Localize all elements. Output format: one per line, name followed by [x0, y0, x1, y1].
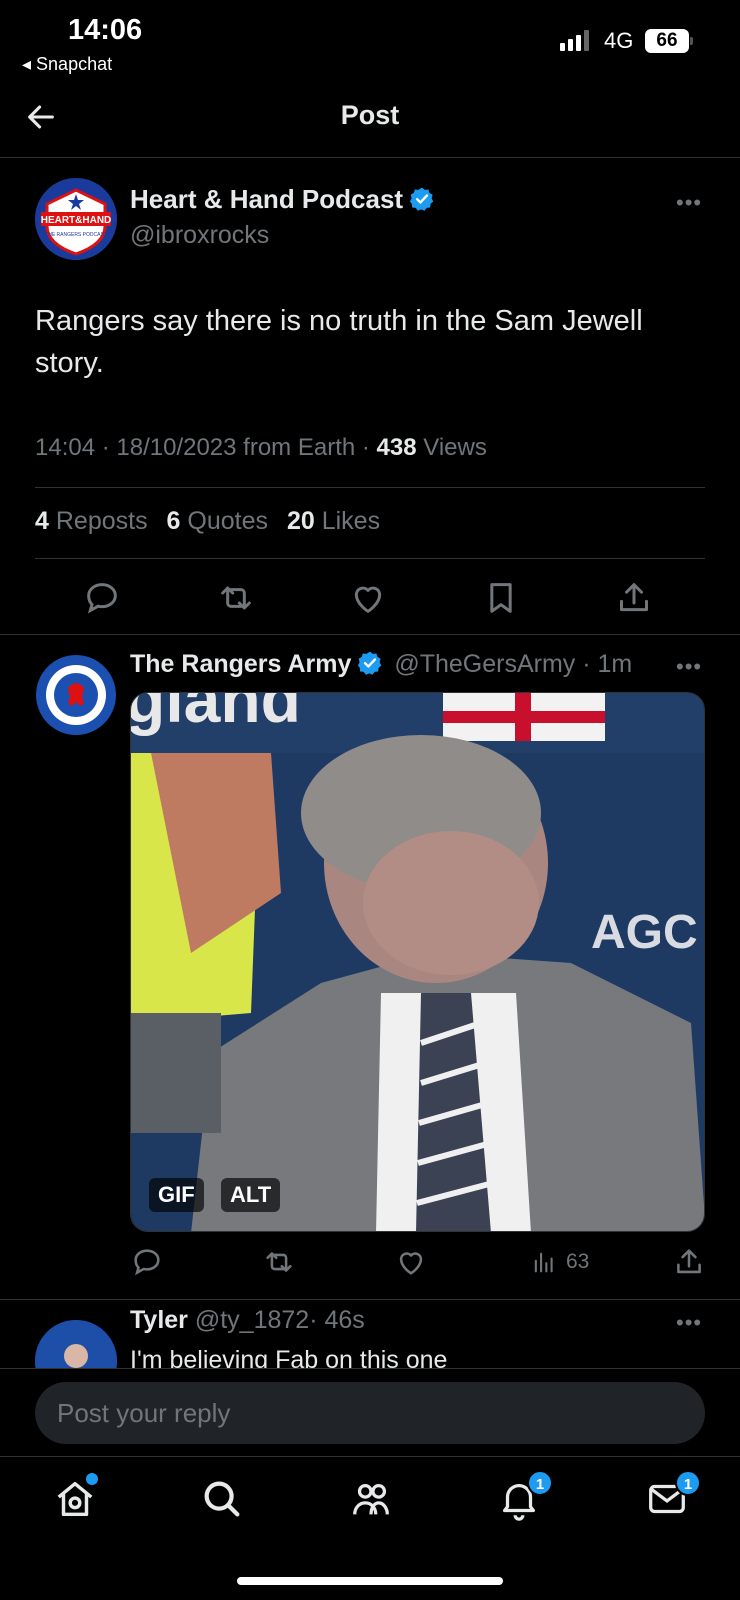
reply-views-button[interactable]: 63 [530, 1248, 589, 1276]
reply2-time: · 46s [309, 1306, 365, 1334]
bookmark-icon[interactable] [481, 578, 521, 618]
post-timestamp: 14:04 · 18/10/2023 from Earth · 438 View… [35, 434, 487, 462]
repost-icon[interactable] [216, 578, 256, 618]
search-icon[interactable] [199, 1476, 245, 1522]
reply2-author-name[interactable]: Tyler [130, 1306, 188, 1334]
reply-time: · 1m [582, 650, 633, 678]
author-name[interactable]: Heart & Hand Podcast [130, 184, 403, 214]
reply-icon[interactable] [82, 578, 122, 618]
notifications-badge: 1 [527, 1470, 553, 1496]
gif-background-text: gland [130, 692, 301, 736]
avatar-logo-text: HEART&HAND [41, 215, 112, 226]
reply-author-handle[interactable]: @TheGersArmy [394, 650, 575, 678]
stats-divider-top [35, 487, 705, 488]
reply-share-icon[interactable] [672, 1245, 706, 1279]
reply-input-container[interactable] [35, 1382, 705, 1444]
home-unread-dot [86, 1473, 98, 1485]
likes-stat[interactable]: 20 Likes [287, 507, 380, 535]
views-count: 438 [376, 434, 417, 461]
header-divider [0, 157, 740, 158]
post-time: 14:04 · 18/10/2023 from Earth · [35, 434, 377, 461]
verified-badge-icon [409, 186, 435, 212]
reply2-text: I'm believing Fab on this one [130, 1346, 448, 1368]
reply-post-2: Tyler @ty_1872· 46s ••• I'm believing Fa… [0, 1300, 740, 1368]
avatar-logo-subtext: THE RANGERS PODCAST [45, 232, 107, 238]
back-to-app-link[interactable]: ◂ Snapchat [22, 54, 112, 75]
views-label: Views [423, 434, 487, 461]
status-time: 14:06 [68, 14, 143, 46]
reply2-author-avatar[interactable] [35, 1320, 117, 1368]
battery-tip [690, 37, 693, 45]
reply2-author-handle[interactable]: @ty_1872 [195, 1306, 309, 1334]
battery-icon: 66 [645, 29, 689, 53]
alt-text-button[interactable]: ALT [221, 1178, 281, 1212]
gif-badge: GIF [149, 1178, 204, 1212]
more-options-icon[interactable]: ••• [676, 190, 702, 216]
quotes-stat[interactable]: 6 Quotes [167, 507, 268, 535]
reply-gif-media[interactable]: gland AGC GIF ALT [130, 692, 705, 1232]
main-post-divider [0, 634, 740, 635]
reply-views-count: 63 [566, 1250, 590, 1273]
reply-like-icon[interactable] [394, 1245, 428, 1279]
signal-icon [560, 30, 589, 51]
reply-more-options-icon[interactable]: ••• [676, 654, 702, 680]
communities-icon[interactable] [348, 1476, 394, 1522]
page-title: Post [340, 100, 400, 130]
network-type: 4G [604, 28, 634, 53]
engagement-stats: 4 Reposts 6 Quotes 20 Likes [35, 507, 380, 536]
messages-badge: 1 [675, 1470, 701, 1496]
reply-author-avatar[interactable] [35, 654, 117, 736]
share-icon[interactable] [614, 578, 654, 618]
author-avatar[interactable]: HEART&HAND THE RANGERS PODCAST [35, 178, 117, 260]
reposts-stat[interactable]: 4 Reposts [35, 507, 148, 535]
author-handle[interactable]: @ibroxrocks [130, 221, 269, 250]
reply2-more-options-icon[interactable]: ••• [676, 1310, 702, 1336]
like-icon[interactable] [348, 578, 388, 618]
stats-divider-bottom [35, 558, 705, 559]
reply-input[interactable] [57, 1398, 677, 1429]
gif-background-text-right: AGC [591, 906, 698, 959]
home-indicator [237, 1577, 503, 1585]
reply-repost-icon[interactable] [262, 1245, 296, 1279]
post-text: Rangers say there is no truth in the Sam… [35, 305, 643, 379]
reply-reply-icon[interactable] [130, 1245, 164, 1279]
verified-badge-icon [357, 650, 383, 676]
reply-author-name[interactable]: The Rangers Army [130, 650, 351, 678]
analytics-icon [534, 1252, 553, 1273]
